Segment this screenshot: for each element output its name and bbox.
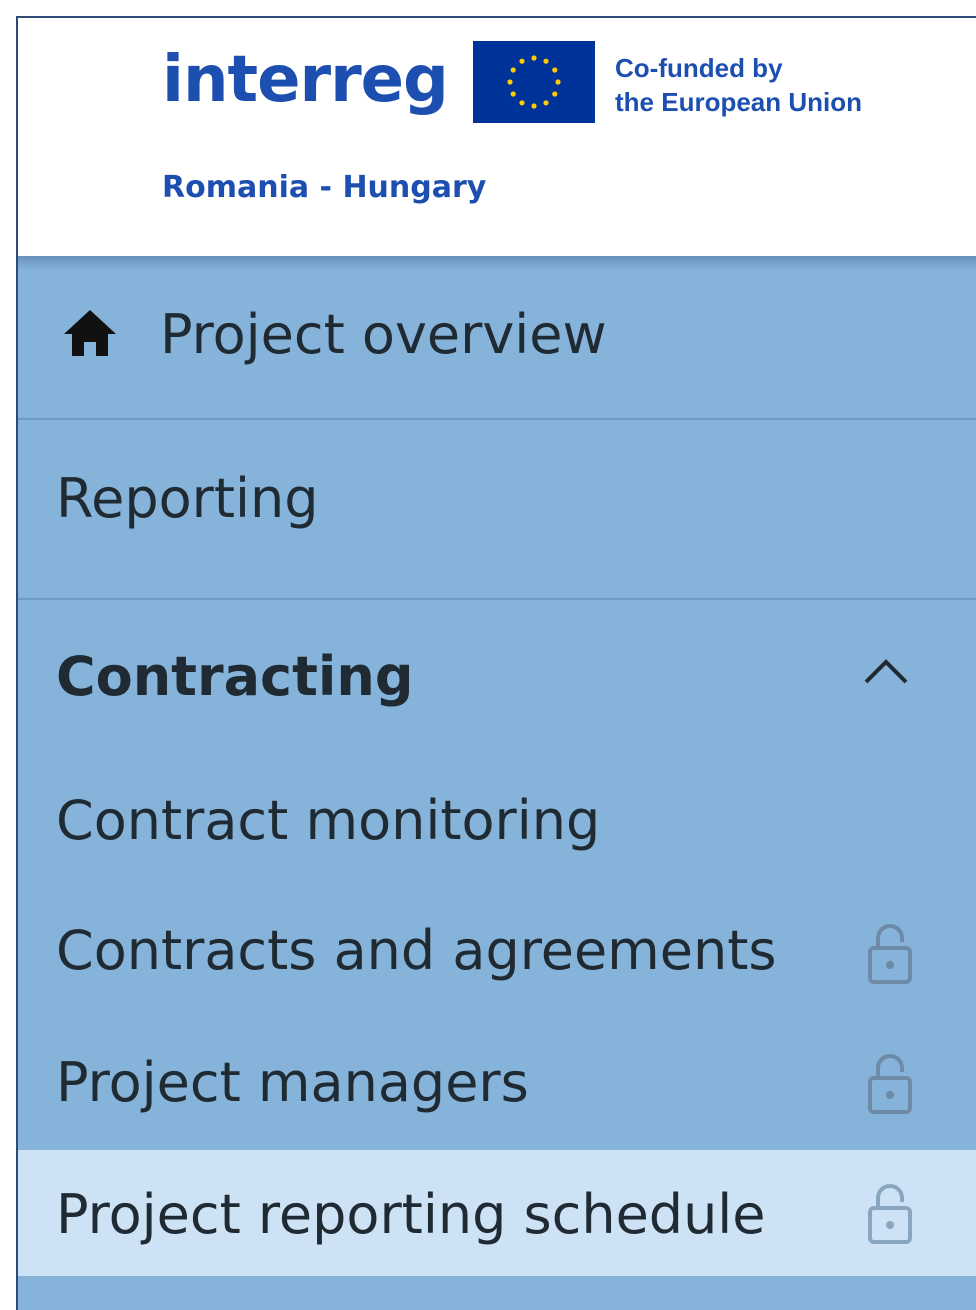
nav-item-label: Project reporting schedule — [56, 1183, 766, 1246]
nav-item-label: Contracts and agreements — [56, 919, 777, 982]
home-icon — [64, 310, 116, 356]
eu-star-icon — [510, 67, 516, 73]
nav-item-contract-monitoring[interactable]: Contract monitoring — [18, 756, 976, 886]
eu-flag-icon — [473, 41, 595, 123]
cofunded-label: Co-funded by the European Union — [615, 51, 862, 119]
header: interreg Co-funded by the European Union… — [18, 18, 976, 256]
section-label: Contracting — [56, 645, 414, 708]
interreg-logo: interreg — [162, 43, 449, 117]
eu-star-icon — [507, 79, 513, 85]
eu-star-icon — [510, 91, 516, 97]
nav-item-label: Contract monitoring — [56, 789, 601, 852]
sidebar-nav: Project overview Reporting Contracting C… — [18, 256, 976, 1310]
lock-icon — [868, 1184, 912, 1244]
chevron-up-icon[interactable] — [862, 656, 910, 686]
nav-item-label: Project managers — [56, 1051, 529, 1114]
region-label: Romania - Hungary — [162, 170, 487, 205]
nav-section-contracting[interactable]: Contracting — [18, 600, 976, 756]
nav-item-contracts-and-agreements[interactable]: Contracts and agreements — [18, 886, 976, 1016]
nav-item-project-reporting-schedule[interactable]: Project reporting schedule — [18, 1150, 976, 1276]
eu-star-icon — [531, 55, 537, 61]
eu-star-icon — [555, 79, 561, 85]
eu-star-icon — [543, 58, 549, 64]
lock-icon — [868, 924, 912, 984]
eu-star-icon — [519, 58, 525, 64]
frame-border-top — [16, 16, 976, 18]
nav-item-project-overview[interactable]: Project overview — [18, 256, 976, 418]
eu-star-icon — [531, 103, 537, 109]
nav-item-project-managers[interactable]: Project managers — [18, 1016, 976, 1150]
cofunded-line-1: Co-funded by — [615, 53, 783, 83]
eu-star-icon — [552, 91, 558, 97]
nav-item-label: Reporting — [56, 467, 319, 530]
cofunded-line-2: the European Union — [615, 87, 862, 117]
nav-item-reporting[interactable]: Reporting — [18, 420, 976, 598]
eu-star-icon — [552, 67, 558, 73]
nav-item-label: Project overview — [160, 303, 607, 366]
frame-border-left — [16, 16, 18, 1310]
lock-icon — [868, 1054, 912, 1114]
eu-star-icon — [519, 100, 525, 106]
eu-star-icon — [543, 100, 549, 106]
app-frame: interreg Co-funded by the European Union… — [0, 0, 976, 1310]
